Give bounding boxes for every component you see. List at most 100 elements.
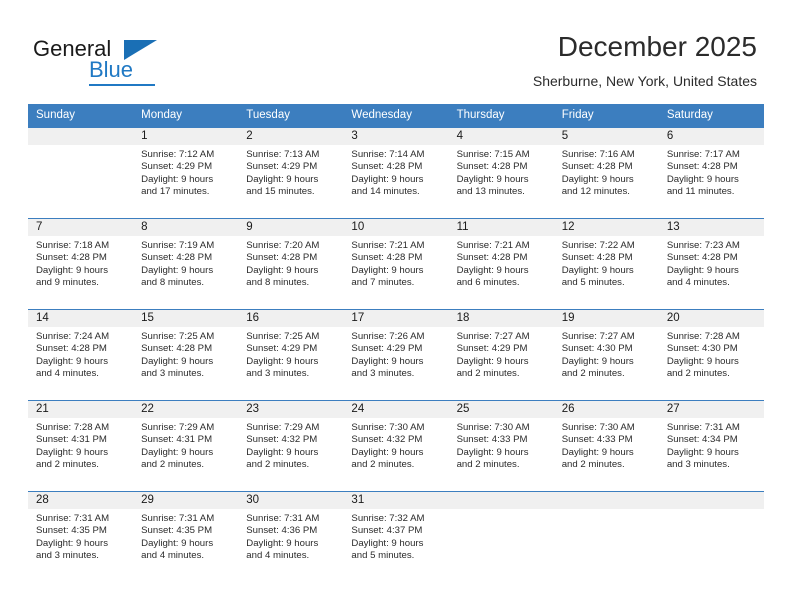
daylight-text-line1: Daylight: 9 hours <box>666 173 739 185</box>
daylight-text-line2: and 15 minutes. <box>246 186 315 198</box>
daylight-text-line2: and 5 minutes. <box>561 277 625 289</box>
calendar-empty-cell <box>28 128 134 219</box>
daylight-text-line2: and 11 minutes. <box>666 186 735 198</box>
daylight-text-line1: Daylight: 9 hours <box>141 173 214 185</box>
daylight-text-line1: Daylight: 9 hours <box>141 537 214 549</box>
calendar-day-cell[interactable]: 8 Sunrise: 7:19 AM Sunset: 4:28 PM Daylight… <box>133 218 239 310</box>
sunset-text: Sunset: 4:32 PM <box>246 434 318 446</box>
calendar-empty-cell <box>658 491 764 582</box>
daylight-text-line2: and 14 minutes. <box>351 186 420 198</box>
sunrise-text: Sunrise: 7:22 AM <box>561 240 635 251</box>
calendar-week-row: 1 Sunrise: 7:12 AM Sunset: 4:29 PM Daylight… <box>28 128 764 219</box>
daylight-text-line1: Daylight: 9 hours <box>666 355 739 367</box>
calendar-day-cell[interactable]: 2 Sunrise: 7:13 AM Sunset: 4:29 PM Daylight… <box>238 128 344 219</box>
sunset-text: Sunset: 4:37 PM <box>351 525 423 537</box>
daylight-text-line1: Daylight: 9 hours <box>246 264 319 276</box>
daylight-text-line2: and 2 minutes. <box>141 459 205 471</box>
page-header: General Blue December 2025 Sherburne, Ne… <box>0 0 792 104</box>
general-blue-logo[interactable]: General Blue <box>33 36 203 86</box>
sunset-text: Sunset: 4:35 PM <box>141 525 213 537</box>
day-number: 23 <box>238 401 344 418</box>
sunset-text: Sunset: 4:29 PM <box>246 161 318 173</box>
calendar-day-cell[interactable]: 31 Sunrise: 7:32 AM Sunset: 4:37 PM Dayligh… <box>343 491 449 582</box>
sunrise-text: Sunrise: 7:26 AM <box>351 331 425 342</box>
day-number: 27 <box>658 401 764 418</box>
day-detail: Sunrise: 7:31 AM Sunset: 4:34 PM Daylight:… <box>659 418 764 472</box>
day-detail: Sunrise: 7:17 AM Sunset: 4:28 PM Daylight:… <box>659 145 764 199</box>
calendar-day-cell[interactable]: 17 Sunrise: 7:26 AM Sunset: 4:29 PM Dayligh… <box>343 309 449 401</box>
daylight-text-line1: Daylight: 9 hours <box>666 446 739 458</box>
calendar-day-cell[interactable]: 3 Sunrise: 7:14 AM Sunset: 4:28 PM Daylight… <box>343 128 449 219</box>
daylight-text-line2: and 8 minutes. <box>246 277 310 289</box>
calendar-day-cell[interactable]: 1 Sunrise: 7:12 AM Sunset: 4:29 PM Daylight… <box>133 128 239 219</box>
day-detail: Sunrise: 7:14 AM Sunset: 4:28 PM Daylight:… <box>343 145 448 199</box>
calendar-day-cell[interactable]: 11 Sunrise: 7:21 AM Sunset: 4:28 PM Dayligh… <box>448 218 554 310</box>
day-number: 26 <box>553 401 659 418</box>
weekday-header-monday: Monday <box>133 104 239 128</box>
calendar-page: General Blue December 2025 Sherburne, Ne… <box>0 0 792 612</box>
calendar-day-cell[interactable]: 14 Sunrise: 7:24 AM Sunset: 4:28 PM Dayligh… <box>28 309 134 401</box>
sunset-text: Sunset: 4:28 PM <box>36 343 107 355</box>
location-subtitle: Sherburne, New York, United States <box>532 73 757 89</box>
calendar-day-cell[interactable]: 5 Sunrise: 7:16 AM Sunset: 4:28 PM Daylight… <box>553 128 659 219</box>
day-detail: Sunrise: 7:27 AM Sunset: 4:29 PM Daylight:… <box>449 327 554 381</box>
sunset-text: Sunset: 4:28 PM <box>561 161 633 173</box>
sunrise-text: Sunrise: 7:23 AM <box>666 240 740 251</box>
calendar-day-cell[interactable]: 12 Sunrise: 7:22 AM Sunset: 4:28 PM Dayligh… <box>553 218 659 310</box>
sunset-text: Sunset: 4:28 PM <box>456 161 528 173</box>
daylight-text-line1: Daylight: 9 hours <box>561 355 634 367</box>
daylight-text-line1: Daylight: 9 hours <box>561 173 634 185</box>
calendar-day-cell[interactable]: 26 Sunrise: 7:30 AM Sunset: 4:33 PM Dayligh… <box>553 400 659 492</box>
calendar-day-cell[interactable]: 18 Sunrise: 7:27 AM Sunset: 4:29 PM Dayligh… <box>448 309 554 401</box>
daylight-text-line2: and 2 minutes. <box>351 459 415 471</box>
calendar-day-cell[interactable]: 29 Sunrise: 7:31 AM Sunset: 4:35 PM Dayligh… <box>133 491 239 582</box>
day-detail: Sunrise: 7:29 AM Sunset: 4:32 PM Daylight:… <box>238 418 343 472</box>
day-number: 11 <box>448 219 554 236</box>
calendar-day-cell[interactable]: 21 Sunrise: 7:28 AM Sunset: 4:31 PM Dayligh… <box>28 400 134 492</box>
weekday-header-tuesday: Tuesday <box>238 104 344 128</box>
sunrise-text: Sunrise: 7:31 AM <box>36 513 110 524</box>
calendar-day-cell[interactable]: 9 Sunrise: 7:20 AM Sunset: 4:28 PM Daylight… <box>238 218 344 310</box>
calendar-day-cell[interactable]: 15 Sunrise: 7:25 AM Sunset: 4:28 PM Dayligh… <box>133 309 239 401</box>
day-number: 15 <box>133 310 239 327</box>
day-number: 1 <box>133 128 239 145</box>
daylight-text-line1: Daylight: 9 hours <box>246 355 319 367</box>
daylight-text-line1: Daylight: 9 hours <box>246 537 319 549</box>
sunset-text: Sunset: 4:29 PM <box>246 343 318 355</box>
calendar-day-cell[interactable]: 22 Sunrise: 7:29 AM Sunset: 4:31 PM Dayligh… <box>133 400 239 492</box>
day-detail: Sunrise: 7:30 AM Sunset: 4:33 PM Daylight:… <box>449 418 554 472</box>
calendar-day-cell[interactable]: 30 Sunrise: 7:31 AM Sunset: 4:36 PM Dayligh… <box>238 491 344 582</box>
page-title: December 2025 <box>557 31 757 62</box>
logo-underline <box>89 84 155 86</box>
calendar-day-cell[interactable]: 25 Sunrise: 7:30 AM Sunset: 4:33 PM Dayligh… <box>448 400 554 492</box>
day-number: 13 <box>658 219 764 236</box>
calendar-day-cell[interactable]: 27 Sunrise: 7:31 AM Sunset: 4:34 PM Dayligh… <box>658 400 764 492</box>
sunset-text: Sunset: 4:32 PM <box>351 434 423 446</box>
calendar-day-cell[interactable]: 7 Sunrise: 7:18 AM Sunset: 4:28 PM Daylight… <box>28 218 134 310</box>
sunrise-text: Sunrise: 7:14 AM <box>351 149 425 160</box>
daylight-text-line1: Daylight: 9 hours <box>456 173 529 185</box>
day-detail: Sunrise: 7:30 AM Sunset: 4:32 PM Daylight:… <box>343 418 448 472</box>
calendar-day-cell[interactable]: 16 Sunrise: 7:25 AM Sunset: 4:29 PM Dayligh… <box>238 309 344 401</box>
day-detail: Sunrise: 7:27 AM Sunset: 4:30 PM Daylight:… <box>554 327 659 381</box>
sunrise-text: Sunrise: 7:16 AM <box>561 149 635 160</box>
sunset-text: Sunset: 4:28 PM <box>351 161 423 173</box>
calendar-day-cell[interactable]: 23 Sunrise: 7:29 AM Sunset: 4:32 PM Dayligh… <box>238 400 344 492</box>
calendar-day-cell[interactable]: 20 Sunrise: 7:28 AM Sunset: 4:30 PM Dayligh… <box>658 309 764 401</box>
sunrise-text: Sunrise: 7:27 AM <box>561 331 635 342</box>
calendar-day-cell[interactable]: 28 Sunrise: 7:31 AM Sunset: 4:35 PM Dayligh… <box>28 491 134 582</box>
day-number <box>658 492 764 509</box>
calendar-day-cell[interactable]: 19 Sunrise: 7:27 AM Sunset: 4:30 PM Dayligh… <box>553 309 659 401</box>
weekday-header-saturday: Saturday <box>658 104 764 128</box>
calendar-day-cell[interactable]: 6 Sunrise: 7:17 AM Sunset: 4:28 PM Daylight… <box>658 128 764 219</box>
daylight-text-line1: Daylight: 9 hours <box>141 446 214 458</box>
calendar-day-cell[interactable]: 24 Sunrise: 7:30 AM Sunset: 4:32 PM Dayligh… <box>343 400 449 492</box>
calendar-day-cell[interactable]: 13 Sunrise: 7:23 AM Sunset: 4:28 PM Dayligh… <box>658 218 764 310</box>
calendar-day-cell[interactable]: 4 Sunrise: 7:15 AM Sunset: 4:28 PM Daylight… <box>448 128 554 219</box>
sunset-text: Sunset: 4:35 PM <box>36 525 107 537</box>
day-detail: Sunrise: 7:13 AM Sunset: 4:29 PM Daylight:… <box>238 145 343 199</box>
calendar-day-cell[interactable]: 10 Sunrise: 7:21 AM Sunset: 4:28 PM Dayligh… <box>343 218 449 310</box>
daylight-text-line1: Daylight: 9 hours <box>141 355 214 367</box>
daylight-text-line2: and 6 minutes. <box>456 277 520 289</box>
day-detail: Sunrise: 7:12 AM Sunset: 4:29 PM Daylight:… <box>133 145 238 199</box>
